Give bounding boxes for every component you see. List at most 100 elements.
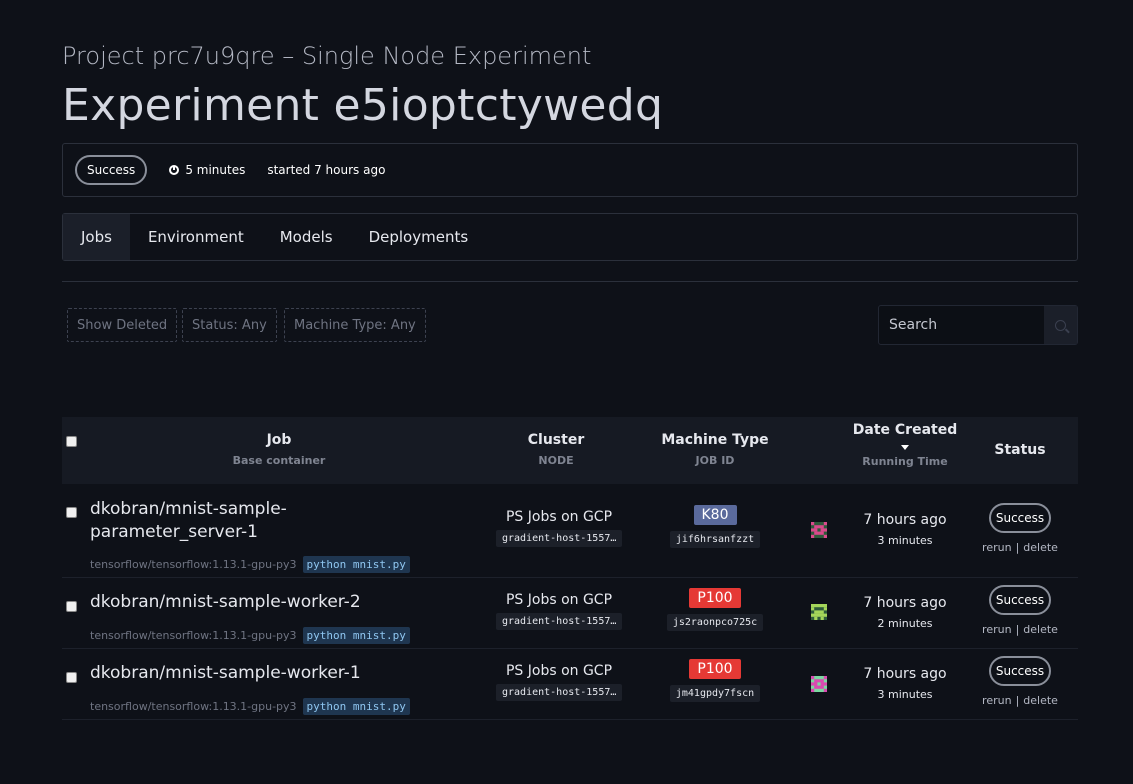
machine-type-badge: P100 <box>689 588 741 608</box>
machine-cell: P100 js2raonpco725c <box>658 587 772 631</box>
date-created: 7 hours ago <box>863 512 947 528</box>
separator: | <box>1015 694 1020 707</box>
column-status[interactable]: Status <box>980 442 1060 458</box>
column-date-created[interactable]: Date Created Running Time <box>850 422 960 468</box>
user-avatar-icon <box>811 676 827 692</box>
user-avatar-icon <box>811 522 827 538</box>
job-id: js2raonpco725c <box>666 614 764 631</box>
cluster-name: PS Jobs on GCP <box>505 663 613 679</box>
status-filter[interactable]: Status: Any <box>182 308 277 342</box>
table-header: Job Base container Cluster NODE Machine … <box>62 417 1078 484</box>
column-cluster[interactable]: Cluster NODE <box>506 432 606 467</box>
machine-cell: P100 jm41gpdy7fscn <box>658 658 772 702</box>
machine-cell: K80 jif6hrsanfzzt <box>658 504 772 548</box>
cluster-name: PS Jobs on GCP <box>505 509 613 525</box>
job-command: python mnist.py <box>302 698 410 715</box>
delete-link[interactable]: delete <box>1023 623 1058 636</box>
cluster-cell: PS Jobs on GCP gradient-host-1557… <box>496 663 623 701</box>
machine-type-badge: K80 <box>693 505 737 525</box>
job-id: jm41gpdy7fscn <box>669 685 761 702</box>
status-cell: Success rerun | delete <box>974 585 1066 636</box>
job-command: python mnist.py <box>302 556 410 573</box>
table-row: dkobran/mnist-sample-parameter_server-1 … <box>62 484 1078 578</box>
running-time: 3 minutes <box>877 534 933 547</box>
project-title[interactable]: Project prc7u9qre – Single Node Experime… <box>62 42 591 70</box>
tab-models[interactable]: Models <box>262 214 351 260</box>
duration: 5 minutes <box>169 163 245 177</box>
separator: | <box>1015 623 1020 636</box>
column-machine-sub: JOB ID <box>695 454 735 467</box>
delete-link[interactable]: delete <box>1023 694 1058 707</box>
duration-text: 5 minutes <box>185 163 246 177</box>
clock-icon <box>169 165 180 175</box>
base-container: tensorflow/tensorflow:1.13.1-gpu-py3 pyt… <box>90 627 410 644</box>
container-image: tensorflow/tensorflow:1.13.1-gpu-py3 <box>90 629 297 642</box>
status-badge: Success <box>75 155 148 185</box>
job-command: python mnist.py <box>302 627 410 644</box>
rerun-link[interactable]: rerun <box>982 541 1012 554</box>
machine-type-badge: P100 <box>689 659 741 679</box>
divider <box>62 281 1078 282</box>
cluster-cell: PS Jobs on GCP gradient-host-1557… <box>496 592 623 630</box>
base-container: tensorflow/tensorflow:1.13.1-gpu-py3 pyt… <box>90 698 410 715</box>
date-cell: 7 hours ago 2 minutes <box>845 595 965 630</box>
status-badge: Success <box>989 585 1051 615</box>
row-checkbox[interactable] <box>66 601 77 612</box>
job-name-link[interactable]: dkobran/mnist-sample-worker-2 <box>90 591 361 614</box>
column-job-sub: Base container <box>232 454 326 467</box>
machine-type-filter[interactable]: Machine Type: Any <box>284 308 426 342</box>
container-image: tensorflow/tensorflow:1.13.1-gpu-py3 <box>90 558 297 571</box>
tab-deployments[interactable]: Deployments <box>351 214 487 260</box>
column-cluster-label: Cluster <box>527 432 585 448</box>
base-container: tensorflow/tensorflow:1.13.1-gpu-py3 pyt… <box>90 556 410 573</box>
container-image: tensorflow/tensorflow:1.13.1-gpu-py3 <box>90 700 297 713</box>
status-cell: Success rerun | delete <box>974 656 1066 707</box>
job-name-link[interactable]: dkobran/mnist-sample-parameter_server-1 <box>90 498 330 544</box>
tab-jobs[interactable]: Jobs <box>63 214 130 260</box>
show-deleted-filter[interactable]: Show Deleted <box>67 308 178 342</box>
column-cluster-sub: NODE <box>538 454 574 467</box>
date-cell: 7 hours ago 3 minutes <box>845 666 965 701</box>
job-name-link[interactable]: dkobran/mnist-sample-worker-1 <box>90 662 361 685</box>
node-name: gradient-host-1557… <box>496 684 623 701</box>
search-input[interactable] <box>879 306 1044 344</box>
column-machine-type[interactable]: Machine Type JOB ID <box>655 432 775 467</box>
date-created: 7 hours ago <box>863 666 947 682</box>
status-badge: Success <box>989 503 1051 533</box>
job-id: jif6hrsanfzzt <box>669 531 761 548</box>
running-time: 3 minutes <box>877 688 933 701</box>
column-date-sub: Running Time <box>862 455 948 468</box>
rerun-link[interactable]: rerun <box>982 623 1012 636</box>
column-job[interactable]: Job Base container <box>209 432 349 467</box>
select-all-checkbox[interactable] <box>66 436 77 447</box>
separator: | <box>1015 541 1020 554</box>
sort-down-icon <box>901 445 909 450</box>
page-title: Experiment e5ioptctywedq <box>62 80 664 131</box>
status-badge: Success <box>989 656 1051 686</box>
user-avatar-icon <box>811 604 827 620</box>
tab-bar: Jobs Environment Models Deployments <box>62 213 1078 261</box>
column-date-label: Date Created <box>852 422 958 438</box>
node-name: gradient-host-1557… <box>496 530 623 547</box>
row-checkbox[interactable] <box>66 507 77 518</box>
node-name: gradient-host-1557… <box>496 613 623 630</box>
delete-link[interactable]: delete <box>1023 541 1058 554</box>
search-box <box>878 305 1078 345</box>
table-row: dkobran/mnist-sample-worker-1 tensorflow… <box>62 649 1078 720</box>
column-machine-label: Machine Type <box>661 432 769 448</box>
search-button[interactable] <box>1044 306 1077 344</box>
cluster-name: PS Jobs on GCP <box>505 592 613 608</box>
table-row: dkobran/mnist-sample-worker-2 tensorflow… <box>62 578 1078 649</box>
date-cell: 7 hours ago 3 minutes <box>845 512 965 547</box>
rerun-link[interactable]: rerun <box>982 694 1012 707</box>
status-cell: Success rerun | delete <box>974 503 1066 554</box>
row-checkbox[interactable] <box>66 672 77 683</box>
running-time: 2 minutes <box>877 617 933 630</box>
column-job-label: Job <box>266 432 292 448</box>
experiment-summary: Success 5 minutes started 7 hours ago <box>62 143 1078 197</box>
started-text: started 7 hours ago <box>267 163 386 177</box>
date-created: 7 hours ago <box>863 595 947 611</box>
cluster-cell: PS Jobs on GCP gradient-host-1557… <box>496 509 623 547</box>
search-icon <box>1055 319 1066 331</box>
tab-environment[interactable]: Environment <box>130 214 262 260</box>
